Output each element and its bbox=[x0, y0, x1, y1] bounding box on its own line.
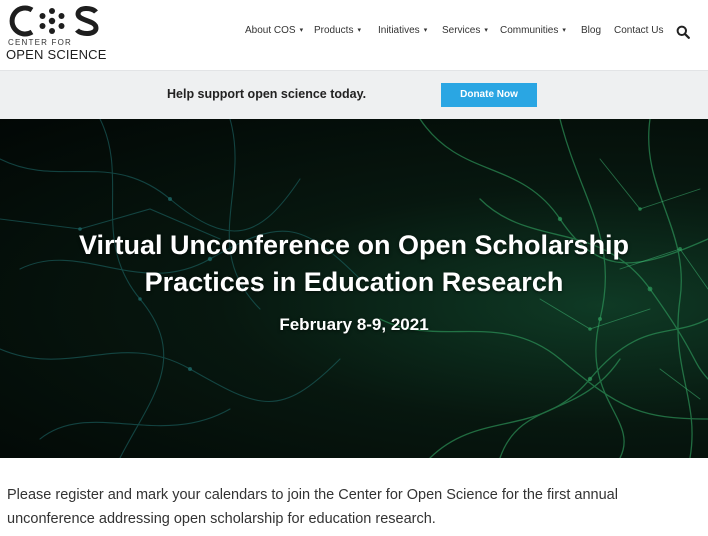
nav-item-products[interactable]: Products ▾ bbox=[314, 25, 361, 36]
chevron-down-icon: ▾ bbox=[484, 27, 488, 34]
donate-message: Help support open science today. bbox=[167, 87, 367, 101]
chevron-down-icon: ▾ bbox=[423, 27, 428, 34]
nav-item-label: Products bbox=[314, 25, 354, 36]
nav-item-blog[interactable]: Blog bbox=[581, 25, 601, 36]
donate-banner: Help support open science today. Donate … bbox=[0, 70, 708, 119]
chevron-down-icon: ▾ bbox=[299, 27, 304, 34]
chevron-down-icon: ▾ bbox=[562, 27, 566, 34]
nav-item-label: About COS bbox=[245, 25, 296, 36]
event-title-line-2: Practices in Education Research bbox=[144, 267, 564, 297]
nav-item-label: Initiatives bbox=[378, 25, 420, 36]
intro-paragraph: Please register and mark your calendars … bbox=[7, 487, 618, 527]
event-title: Virtual Unconference on Open Scholarship… bbox=[0, 227, 708, 301]
nav-item-services[interactable]: Services ▾ bbox=[442, 25, 488, 36]
nav-item-label: Services bbox=[442, 25, 481, 36]
site-header: CENTER FOR OPEN SCIENCE About COS ▾ Produ… bbox=[0, 0, 708, 70]
chevron-down-icon: ▾ bbox=[357, 27, 361, 34]
nav-item-initiatives[interactable]: Initiatives ▾ bbox=[378, 25, 427, 36]
nav-item-label: Contact Us bbox=[614, 25, 664, 36]
main-nav: About COS ▾ Products ▾ Initiatives ▾ Servic… bbox=[0, 25, 708, 41]
nav-item-about[interactable]: About COS ▾ bbox=[245, 25, 303, 36]
nav-item-communities[interactable]: Communities ▾ bbox=[500, 25, 566, 36]
search-icon[interactable] bbox=[676, 25, 690, 39]
donate-now-button[interactable]: Donate Now bbox=[441, 83, 537, 107]
event-date: February 8-9, 2021 bbox=[279, 315, 429, 334]
nav-item-label: Blog bbox=[581, 25, 602, 36]
logo-name: OPEN SCIENCE bbox=[6, 47, 107, 62]
nav-item-label: Communities bbox=[500, 25, 559, 36]
hero-banner: Virtual Unconference on Open Scholarship… bbox=[0, 119, 708, 458]
nav-item-contact[interactable]: Contact Us bbox=[614, 25, 663, 36]
event-title-line-1: Virtual Unconference on Open Scholarship bbox=[78, 230, 630, 260]
